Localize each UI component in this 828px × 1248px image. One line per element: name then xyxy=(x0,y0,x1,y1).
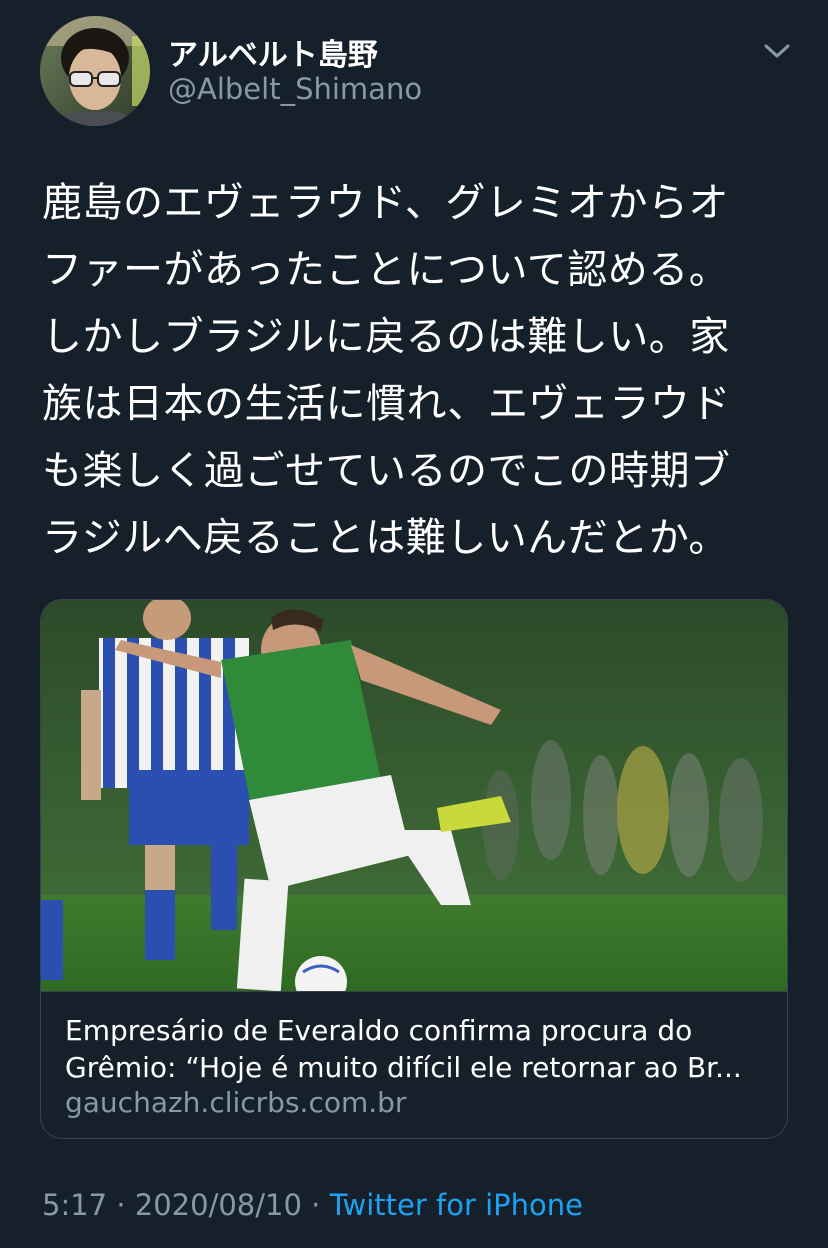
tweet-text-line: 族は日本の生活に慣れ、エヴェラウド xyxy=(42,381,731,427)
tweet-text-line: ファーがあったことについて認める。 xyxy=(42,247,730,293)
card-title[interactable]: Empresário de Everaldo confirma procura … xyxy=(65,1012,765,1086)
tweet-text-line: しかしブラジルに戻るのは難しい。家 xyxy=(42,314,730,360)
card-image xyxy=(41,600,787,992)
soccer-photo xyxy=(41,600,787,991)
tweet-date: 2020/08/10 xyxy=(134,1188,302,1222)
tweet-source-link[interactable]: Twitter for iPhone xyxy=(330,1188,583,1222)
avatar-image xyxy=(40,16,150,126)
tweet-text: 鹿島のエヴェラウド、グレミオからオ ファーがあったことについて認める。 しかしブ… xyxy=(42,170,802,572)
author-display-name[interactable]: アルベルト島野 xyxy=(168,30,378,74)
tweet-text-line: ラジルへ戻ることは難しいんだとか。 xyxy=(42,515,729,561)
card-domain: gauchazh.clicrbs.com.br xyxy=(65,1086,407,1119)
link-card[interactable]: Empresário de Everaldo confirma procura … xyxy=(40,599,788,1139)
tweet-time: 5:17 xyxy=(42,1188,108,1222)
avatar[interactable] xyxy=(40,16,150,126)
card-title-line: Empresário de Everaldo confirma procura … xyxy=(65,1014,693,1047)
author-handle[interactable]: @Albelt_Shimano xyxy=(168,72,422,106)
tweet-text-line: 鹿島のエヴェラウド、グレミオからオ xyxy=(42,180,729,226)
meta-separator: · xyxy=(301,1188,330,1222)
tweet-detail: アルベルト島野 @Albelt_Shimano 鹿島のエヴェラウド、グレミオから… xyxy=(0,0,828,1248)
tweet-meta: 5:17 · 2020/08/10 · Twitter for iPhone xyxy=(42,1188,583,1222)
chevron-down-icon[interactable] xyxy=(760,36,794,64)
tweet-text-line: も楽しく過ごせているのでこの時期ブ xyxy=(42,448,731,494)
card-title-line: Grêmio: “Hoje é muito difícil ele retorn… xyxy=(65,1051,742,1084)
meta-separator: · xyxy=(107,1188,135,1222)
